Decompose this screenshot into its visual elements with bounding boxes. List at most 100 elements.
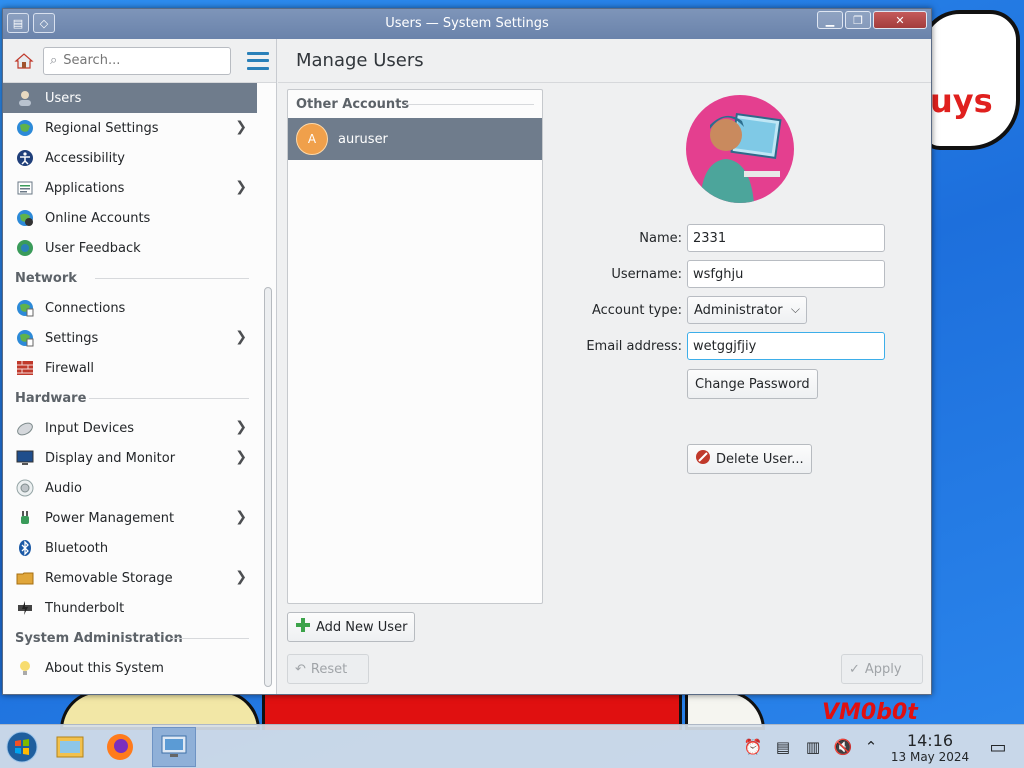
maximize-button[interactable]: ❐ xyxy=(845,11,871,29)
sidebar-item-firewall[interactable]: Firewall xyxy=(3,353,257,383)
sidebar-item-regional-settings[interactable]: Regional Settings ❯ xyxy=(3,113,257,143)
name-label: Name: xyxy=(639,231,682,246)
home-icon[interactable] xyxy=(13,50,35,72)
volume-muted-icon[interactable]: 🔇 xyxy=(833,737,853,757)
account-type-value: Administrator xyxy=(694,302,783,318)
account-avatar: A xyxy=(296,123,328,155)
firefox-icon[interactable] xyxy=(98,727,142,767)
sidebar-item-label: Firewall xyxy=(45,360,95,376)
mouse-icon xyxy=(15,418,35,438)
search-icon: ⌕ xyxy=(50,53,58,68)
chevron-up-icon[interactable]: ⌃ xyxy=(861,737,881,757)
account-type-select[interactable]: Administrator ⌵ xyxy=(687,296,807,324)
delete-icon xyxy=(695,449,711,469)
sidebar-item-connections[interactable]: Connections xyxy=(3,293,257,323)
sidebar-item-audio[interactable]: Audio xyxy=(3,473,257,503)
settings-window: ▤ ◇ Users — System Settings ▁ ❐ ✕ ⌕ User… xyxy=(2,8,932,695)
sidebar-search-field[interactable]: ⌕ xyxy=(43,46,231,75)
hamburger-menu-icon[interactable] xyxy=(247,51,269,70)
delete-user-label: Delete User... xyxy=(716,451,804,467)
file-manager-icon[interactable] xyxy=(48,727,92,767)
network-connections-icon xyxy=(15,298,35,318)
apply-button[interactable]: ✓ Apply xyxy=(841,654,923,684)
sidebar-item-display-monitor[interactable]: Display and Monitor ❯ xyxy=(3,443,257,473)
chevron-right-icon: ❯ xyxy=(235,329,247,345)
chevron-right-icon: ❯ xyxy=(235,419,247,435)
thunderbolt-icon xyxy=(15,598,35,618)
add-new-user-button[interactable]: Add New User xyxy=(287,612,416,642)
desktop-cloud-text: uys xyxy=(930,82,993,120)
sidebar-item-label: Audio xyxy=(45,480,82,496)
minimize-button[interactable]: ▁ xyxy=(817,11,843,29)
power-plug-icon xyxy=(15,508,35,528)
sidebar-item-bluetooth[interactable]: Bluetooth xyxy=(3,533,257,563)
firewall-icon xyxy=(15,358,35,378)
clipboard-icon[interactable]: ▤ xyxy=(773,737,793,757)
sidebar-item-input-devices[interactable]: Input Devices ❯ xyxy=(3,413,257,443)
sidebar-item-network-settings[interactable]: Settings ❯ xyxy=(3,323,257,353)
sidebar-item-label: Users xyxy=(45,90,82,106)
sidebar-scrollbar[interactable] xyxy=(264,287,272,687)
account-list-item[interactable]: A auruser xyxy=(288,118,542,160)
apply-label: Apply xyxy=(864,661,902,677)
chevron-right-icon: ❯ xyxy=(235,179,247,195)
email-label: Email address: xyxy=(586,339,682,354)
chevron-right-icon: ❯ xyxy=(235,119,247,135)
applications-icon xyxy=(15,178,35,198)
window-title: Users — System Settings xyxy=(385,16,549,31)
network-settings-icon xyxy=(15,328,35,348)
sidebar-item-about-system[interactable]: About this System xyxy=(3,653,257,683)
section-system-administration: System Administration xyxy=(3,623,257,653)
sidebar-item-label: Display and Monitor xyxy=(45,450,176,466)
email-field[interactable] xyxy=(687,332,885,360)
reset-label: Reset xyxy=(310,661,348,677)
taskbar: ⏰ ▤ ▥ 🔇 ⌃ 14:16 13 May 2024 ▭ xyxy=(0,724,1024,768)
username-label: Username: xyxy=(611,267,682,282)
sidebar-item-label: User Feedback xyxy=(45,240,141,256)
accessibility-icon xyxy=(15,148,35,168)
name-field[interactable] xyxy=(687,224,885,252)
sidebar-item-applications[interactable]: Applications ❯ xyxy=(3,173,257,203)
system-settings-taskbar-icon[interactable] xyxy=(152,727,196,767)
sidebar-item-accessibility[interactable]: Accessibility xyxy=(3,143,257,173)
sidebar-item-label: Settings xyxy=(45,330,99,346)
sidebar-item-label: Power Management xyxy=(45,510,175,526)
user-feedback-icon xyxy=(15,238,35,258)
chevron-right-icon: ❯ xyxy=(235,569,247,585)
sidebar-item-label: Accessibility xyxy=(45,150,125,166)
clock[interactable]: 14:16 13 May 2024 xyxy=(880,731,980,764)
reset-button[interactable]: ↶ Reset xyxy=(287,654,369,684)
sidebar-item-label: About this System xyxy=(45,660,164,676)
chevron-down-icon: ⌵ xyxy=(790,302,800,316)
sidebar-item-label: Removable Storage xyxy=(45,570,173,586)
sidebar-item-thunderbolt[interactable]: Thunderbolt xyxy=(3,593,257,623)
name-input[interactable] xyxy=(693,230,884,246)
sidebar-item-label: Connections xyxy=(45,300,126,316)
sidebar-item-removable-storage[interactable]: Removable Storage ❯ xyxy=(3,563,257,593)
username-field[interactable] xyxy=(687,260,885,288)
start-menu-button[interactable] xyxy=(0,727,44,767)
sidebar-item-label: Input Devices xyxy=(45,420,135,436)
sidebar-item-user-feedback[interactable]: User Feedback xyxy=(3,233,257,263)
close-button[interactable]: ✕ xyxy=(873,11,927,29)
section-hardware: Hardware xyxy=(3,383,257,413)
sidebar-search-input[interactable] xyxy=(63,53,214,68)
device-notifier-icon[interactable]: ▥ xyxy=(803,737,823,757)
accounts-section-header: Other Accounts xyxy=(288,90,542,118)
page-title: Manage Users xyxy=(278,39,931,83)
notifications-icon[interactable]: ⏰ xyxy=(743,737,763,757)
email-input[interactable] xyxy=(693,338,884,354)
sidebar-item-label: Thunderbolt xyxy=(45,600,125,616)
account-name: auruser xyxy=(338,131,388,147)
sidebar-item-power-management[interactable]: Power Management ❯ xyxy=(3,503,257,533)
sidebar-item-online-accounts[interactable]: Online Accounts xyxy=(3,203,257,233)
window-titlebar[interactable]: ▤ ◇ Users — System Settings ▁ ❐ ✕ xyxy=(3,9,931,39)
username-input[interactable] xyxy=(693,266,884,282)
sidebar-item-users[interactable]: Users xyxy=(3,83,257,113)
sidebar-item-label: Bluetooth xyxy=(45,540,109,556)
change-password-button[interactable]: Change Password xyxy=(687,369,818,399)
sidebar-list: Users Regional Settings ❯ Accessibility … xyxy=(3,83,257,683)
user-avatar-image[interactable] xyxy=(686,95,794,203)
show-desktop-icon[interactable]: ▭ xyxy=(988,737,1008,758)
delete-user-button[interactable]: Delete User... xyxy=(687,444,812,474)
